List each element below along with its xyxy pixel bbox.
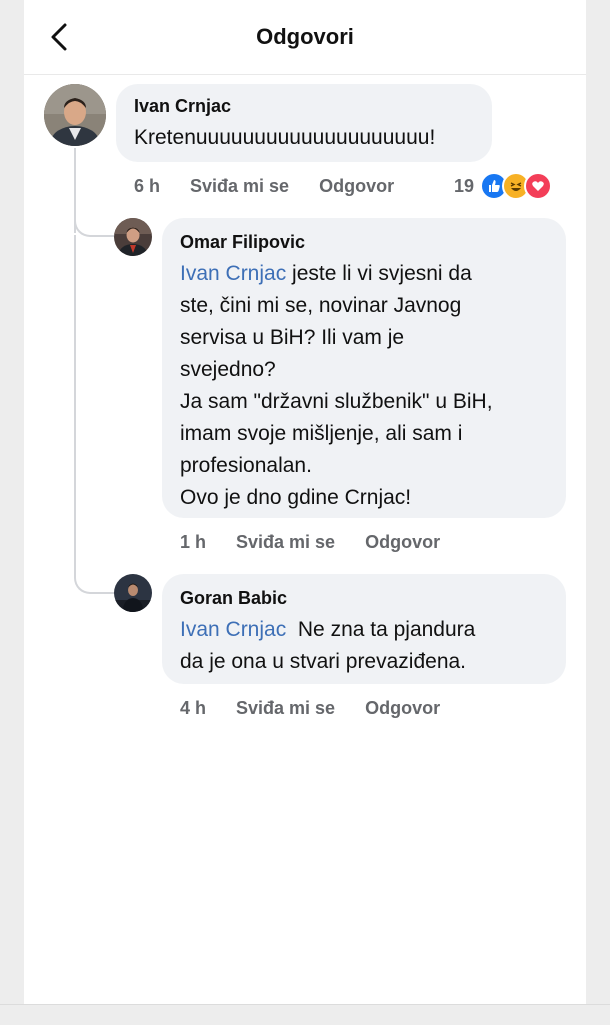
- comment-author[interactable]: Ivan Crnjac: [134, 96, 231, 117]
- avatar[interactable]: [44, 84, 106, 146]
- comment-text: Ivan Crnjac Ne zna ta pjandura da je ona…: [180, 618, 476, 673]
- mention-link[interactable]: Ivan Crnjac: [180, 618, 286, 641]
- reaction-summary[interactable]: 19: [454, 172, 553, 200]
- mention-link[interactable]: Ivan Crnjac: [180, 262, 286, 285]
- love-icon: [524, 172, 553, 200]
- comment-bubble[interactable]: Omar Filipovic Ivan Crnjac jeste li vi s…: [162, 218, 566, 518]
- comment-text: Ivan Crnjac jeste li vi svjesni da ste, …: [180, 262, 493, 509]
- thread-connector: [74, 215, 114, 237]
- comment-bubble[interactable]: Ivan Crnjac Kretenuuuuuuuuuuuuuuuuuuuu!: [116, 84, 492, 162]
- comment-time: 1 h: [180, 532, 207, 552]
- comment-actions: 1 h Sviđa mi se Odgovor: [180, 532, 470, 553]
- avatar[interactable]: [114, 218, 152, 256]
- like-button[interactable]: Sviđa mi se: [236, 532, 335, 553]
- thread-line: [74, 235, 76, 575]
- like-button[interactable]: Sviđa mi se: [190, 176, 289, 197]
- comment-author[interactable]: Omar Filipovic: [180, 232, 305, 253]
- comment-time: 6 h: [134, 176, 161, 196]
- like-button[interactable]: Sviđa mi se: [236, 698, 335, 719]
- comment-bubble[interactable]: Goran Babic Ivan Crnjac Ne zna ta pjandu…: [162, 574, 566, 684]
- comment-text: Kretenuuuuuuuuuuuuuuuuuuuu!: [134, 126, 436, 149]
- comment-time: 4 h: [180, 698, 207, 718]
- reply-button[interactable]: Odgovor: [319, 176, 394, 197]
- reaction-count: 19: [454, 175, 475, 196]
- comment-author[interactable]: Goran Babic: [180, 588, 287, 609]
- bottom-bar: [0, 1004, 610, 1025]
- thread-connector: [74, 570, 114, 594]
- comment-actions: 6 h Sviđa mi se Odgovor: [134, 176, 424, 197]
- reply-button[interactable]: Odgovor: [365, 532, 440, 553]
- page-title: Odgovori: [256, 24, 354, 49]
- comment-actions: 4 h Sviđa mi se Odgovor: [180, 698, 470, 719]
- header: Odgovori: [24, 0, 586, 75]
- avatar[interactable]: [114, 574, 152, 612]
- reply-button[interactable]: Odgovor: [365, 698, 440, 719]
